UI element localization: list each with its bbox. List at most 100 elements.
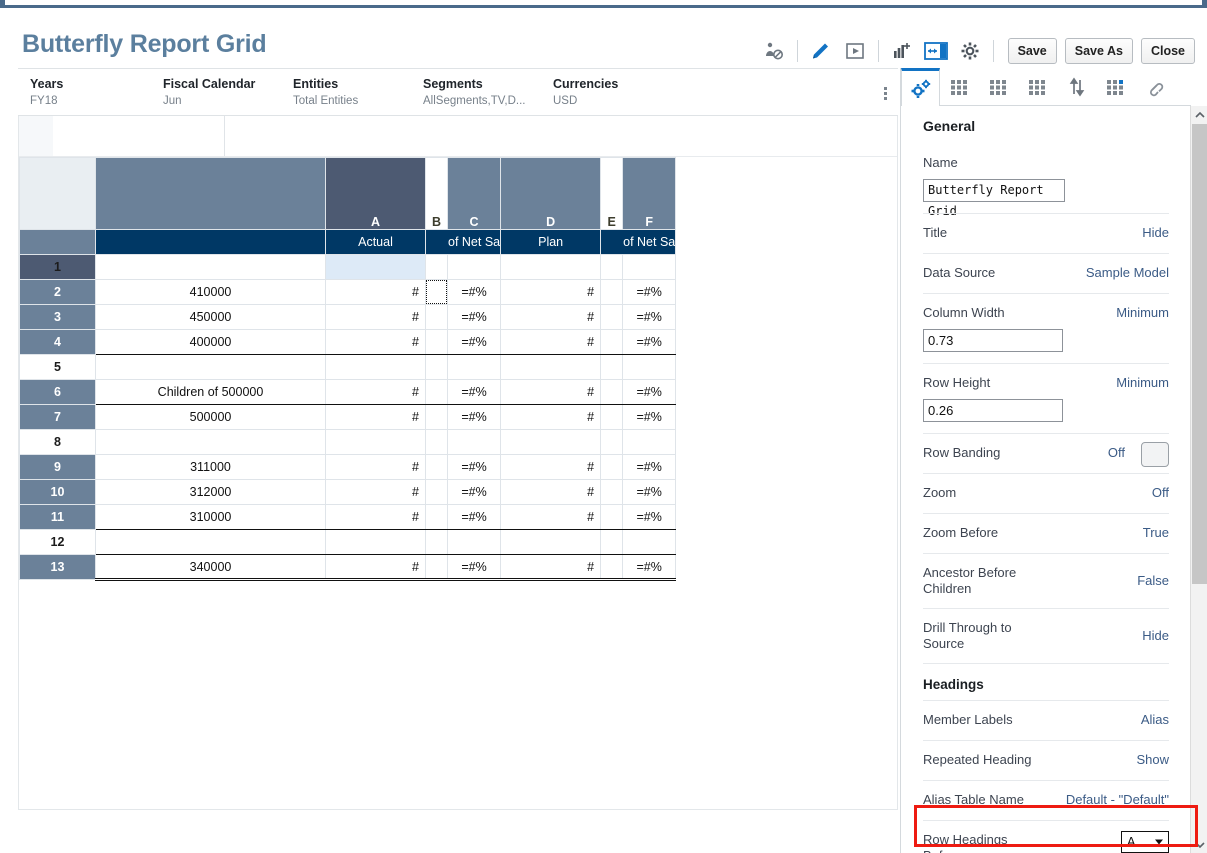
grid-cell-D[interactable]: # — [501, 480, 601, 505]
grid-heading-B[interactable] — [426, 230, 448, 255]
table-row[interactable]: 7 500000 # =#% # =#% — [20, 405, 676, 430]
grid-cell-C[interactable] — [448, 430, 501, 455]
grid-focus-cell[interactable] — [426, 280, 447, 304]
grid-row-number[interactable]: 9 — [20, 455, 96, 480]
grid-cell-B[interactable] — [426, 255, 448, 280]
grid-col-letter-C[interactable]: C — [448, 158, 501, 230]
grid-cell-C[interactable]: =#% — [448, 505, 501, 530]
grid-row-label[interactable] — [96, 355, 326, 380]
grid-row-label[interactable]: 312000 — [96, 480, 326, 505]
grid-cell-F[interactable] — [623, 255, 676, 280]
grid-cell-F[interactable]: =#% — [623, 480, 676, 505]
row-banding-toggle[interactable] — [1141, 442, 1169, 467]
grid-cell-D[interactable] — [501, 355, 601, 380]
grid-row-number[interactable]: 3 — [20, 305, 96, 330]
grid-cell-B[interactable] — [426, 355, 448, 380]
grid-cell-B[interactable] — [426, 280, 448, 305]
grid-row-label[interactable]: 450000 — [96, 305, 326, 330]
grid-cell-A[interactable]: # — [326, 480, 426, 505]
grid-cell-E[interactable] — [601, 305, 623, 330]
grid-col-letter-A[interactable]: A — [326, 158, 426, 230]
grid-cell-F[interactable]: =#% — [623, 380, 676, 405]
grid-cell-A[interactable]: # — [326, 555, 426, 580]
grid-row-number[interactable]: 11 — [20, 505, 96, 530]
prop-value-ancestor-before-children[interactable]: False — [1137, 573, 1169, 588]
grid-heading-D[interactable]: Plan — [501, 230, 601, 255]
grid-outer-header-left[interactable] — [53, 116, 225, 156]
tab-link[interactable] — [1135, 68, 1174, 105]
grid-cell-F[interactable]: =#% — [623, 455, 676, 480]
preview-play-icon[interactable] — [838, 35, 872, 67]
grid-cell-C[interactable]: =#% — [448, 305, 501, 330]
grid-row-label[interactable]: 410000 — [96, 280, 326, 305]
tab-properties[interactable] — [901, 68, 940, 106]
prop-value-member-labels[interactable]: Alias — [1141, 712, 1169, 727]
grid-row-label[interactable]: 500000 — [96, 405, 326, 430]
pov-item-entities[interactable]: Entities Total Entities — [293, 77, 358, 107]
grid-heading-rowdim[interactable] — [96, 230, 326, 255]
prop-value-title[interactable]: Hide — [1142, 225, 1169, 240]
tab-sort[interactable] — [1057, 68, 1096, 105]
grid-heading-C[interactable]: of Net Sa — [448, 230, 501, 255]
table-row[interactable]: 1 — [20, 255, 676, 280]
tab-conditional-format[interactable] — [1096, 68, 1135, 105]
grid-row-label[interactable] — [96, 255, 326, 280]
grid-cell-A[interactable]: # — [326, 455, 426, 480]
fit-width-icon[interactable] — [919, 35, 953, 67]
grid-cell-A[interactable]: # — [326, 280, 426, 305]
pov-item-segments[interactable]: Segments AllSegments,TV,D... — [423, 77, 525, 107]
tab-grid-columns[interactable] — [979, 68, 1018, 105]
grid-row-label[interactable] — [96, 530, 326, 555]
grid-cell-E[interactable] — [601, 555, 623, 580]
grid-cell-A[interactable]: # — [326, 405, 426, 430]
grid-row-number[interactable]: 5 — [20, 355, 96, 380]
grid-heading-A[interactable]: Actual — [326, 230, 426, 255]
grid-cell-E[interactable] — [601, 355, 623, 380]
table-row[interactable]: 10 312000 # =#% # =#% — [20, 480, 676, 505]
grid-cell-C[interactable]: =#% — [448, 330, 501, 355]
grid-col-letter-rowheading[interactable] — [96, 158, 326, 230]
report-grid-table[interactable]: A B C D E F Actual of Net Sa Plan of Ne — [19, 157, 676, 581]
grid-cell-E[interactable] — [601, 405, 623, 430]
close-button[interactable]: Close — [1141, 38, 1195, 64]
grid-cell-F[interactable]: =#% — [623, 330, 676, 355]
pov-item-years[interactable]: Years FY18 — [30, 77, 63, 107]
grid-row-number[interactable]: 7 — [20, 405, 96, 430]
grid-cell-D[interactable] — [501, 430, 601, 455]
prop-value-row-banding[interactable]: Off — [1108, 445, 1125, 460]
grid-cell-E[interactable] — [601, 380, 623, 405]
grid-col-letter-F[interactable]: F — [623, 158, 676, 230]
grid-cell-B[interactable] — [426, 555, 448, 580]
grid-cell-F[interactable]: =#% — [623, 555, 676, 580]
grid-heading-corner[interactable] — [20, 230, 96, 255]
grid-cell-C[interactable]: =#% — [448, 455, 501, 480]
grid-row-label[interactable]: 311000 — [96, 455, 326, 480]
grid-cell-D[interactable] — [501, 530, 601, 555]
grid-cell-A[interactable] — [326, 255, 426, 280]
grid-cell-F[interactable]: =#% — [623, 405, 676, 430]
grid-cell-D[interactable]: # — [501, 305, 601, 330]
insert-chart-icon[interactable] — [885, 35, 919, 67]
grid-cell-C[interactable]: =#% — [448, 405, 501, 430]
grid-cell-E[interactable] — [601, 255, 623, 280]
grid-cell-C[interactable] — [448, 355, 501, 380]
table-row[interactable]: 9 311000 # =#% # =#% — [20, 455, 676, 480]
user-status-icon[interactable] — [757, 35, 791, 67]
grid-cell-F[interactable] — [623, 430, 676, 455]
grid-cell-F[interactable] — [623, 355, 676, 380]
grid-cell-E[interactable] — [601, 430, 623, 455]
grid-row-number[interactable]: 8 — [20, 430, 96, 455]
grid-row-number[interactable]: 1 — [20, 255, 96, 280]
panel-scrollbar[interactable] — [1190, 106, 1207, 853]
row-headings-before-select[interactable]: A — [1121, 831, 1169, 853]
grid-cell-F[interactable] — [623, 530, 676, 555]
grid-outer-header-right[interactable] — [225, 116, 898, 156]
grid-row-number[interactable]: 10 — [20, 480, 96, 505]
pov-item-fiscal-calendar[interactable]: Fiscal Calendar Jun — [163, 77, 255, 107]
grid-cell-A[interactable] — [326, 530, 426, 555]
grid-cell-D[interactable]: # — [501, 405, 601, 430]
table-row[interactable]: 12 — [20, 530, 676, 555]
prop-value-repeated-heading[interactable]: Show — [1136, 752, 1169, 767]
table-row[interactable]: 5 — [20, 355, 676, 380]
edit-pencil-icon[interactable] — [804, 35, 838, 67]
